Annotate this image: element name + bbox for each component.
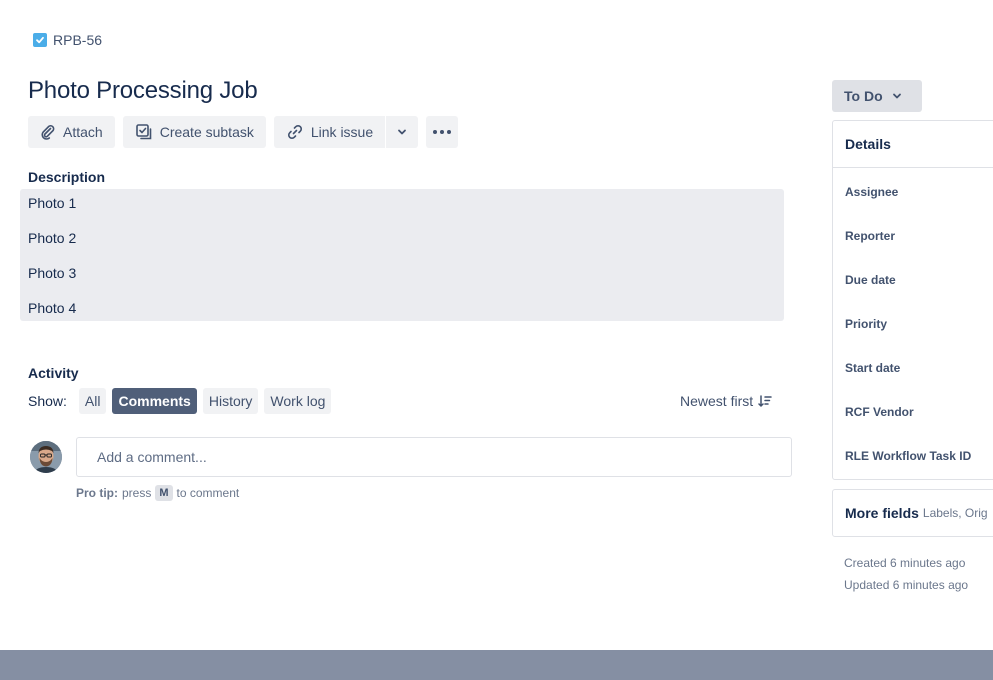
link-issue-label: Link issue <box>310 124 374 140</box>
field-due-date: Due date <box>845 273 896 287</box>
create-subtask-button[interactable]: Create subtask <box>122 116 266 148</box>
description-line: Photo 2 <box>28 230 77 246</box>
description-line: Photo 1 <box>28 195 77 211</box>
task-type-icon <box>33 33 47 47</box>
sort-order-button[interactable]: Newest first <box>680 392 772 410</box>
pro-tip-label: Pro tip: <box>76 486 118 500</box>
show-label: Show: <box>28 393 67 409</box>
more-fields-subtitle: Labels, Orig <box>922 506 988 520</box>
sort-label: Newest first <box>680 393 754 409</box>
updated-timestamp: Updated 6 minutes ago <box>844 578 969 592</box>
link-issue-group: Link issue <box>273 116 419 148</box>
sort-descending-icon <box>758 395 772 407</box>
issue-view: RPB-56 Photo Processing Job Attach Creat… <box>0 0 993 680</box>
link-icon <box>287 124 302 140</box>
description-line: Photo 3 <box>28 265 77 281</box>
description-heading: Description <box>28 169 106 185</box>
bottom-overlay <box>0 650 993 680</box>
link-issue-dropdown[interactable] <box>386 116 418 148</box>
filter-work-log[interactable]: Work log <box>264 388 332 414</box>
field-rcf-vendor: RCF Vendor <box>845 405 914 419</box>
filter-all[interactable]: All <box>78 388 107 414</box>
link-issue-button[interactable]: Link issue <box>274 116 385 148</box>
field-start-date: Start date <box>845 361 901 375</box>
attach-button[interactable]: Attach <box>28 116 115 148</box>
issue-key-link[interactable]: RPB-56 <box>53 32 102 48</box>
attach-label: Attach <box>63 124 103 140</box>
pro-tip: Pro tip: press M to comment <box>76 485 239 501</box>
details-panel: Details Assignee Reporter Due date Prior… <box>832 120 993 480</box>
description-line: Photo 4 <box>28 300 77 316</box>
more-actions-button[interactable] <box>426 116 459 148</box>
field-rle-workflow-task-id: RLE Workflow Task ID <box>845 449 972 463</box>
avatar <box>30 441 62 473</box>
field-reporter: Reporter <box>845 229 896 243</box>
subtask-icon <box>135 124 152 140</box>
description-field[interactable]: Photo 1 Photo 2 Photo 3 Photo 4 <box>20 189 784 321</box>
more-icon <box>433 130 452 134</box>
paperclip-icon <box>41 125 55 140</box>
shortcut-key: M <box>155 485 173 501</box>
breadcrumb[interactable]: RPB-56 <box>33 31 102 49</box>
created-timestamp: Created 6 minutes ago <box>844 556 966 570</box>
field-assignee: Assignee <box>845 185 899 199</box>
pro-tip-suffix: to comment <box>176 486 240 500</box>
status-dropdown[interactable]: To Do <box>832 80 922 112</box>
details-heading[interactable]: Details <box>833 121 993 168</box>
filter-history[interactable]: History <box>202 388 259 414</box>
status-label: To Do <box>844 88 883 104</box>
activity-heading: Activity <box>28 365 79 381</box>
chevron-down-icon <box>398 129 407 135</box>
create-subtask-label: Create subtask <box>159 124 254 140</box>
issue-toolbar: Attach Create subtask Link issue <box>28 116 459 148</box>
more-fields-panel[interactable]: More fields Labels, Orig <box>832 489 993 537</box>
chevron-down-icon <box>892 93 901 99</box>
field-priority: Priority <box>845 317 888 331</box>
comment-input[interactable] <box>76 437 792 477</box>
page-title[interactable]: Photo Processing Job <box>28 75 258 107</box>
filter-comments[interactable]: Comments <box>112 388 197 414</box>
pro-tip-press: press <box>122 486 152 500</box>
activity-filter: Show: All Comments History Work log <box>28 388 332 414</box>
more-fields-title: More fields <box>845 505 919 521</box>
